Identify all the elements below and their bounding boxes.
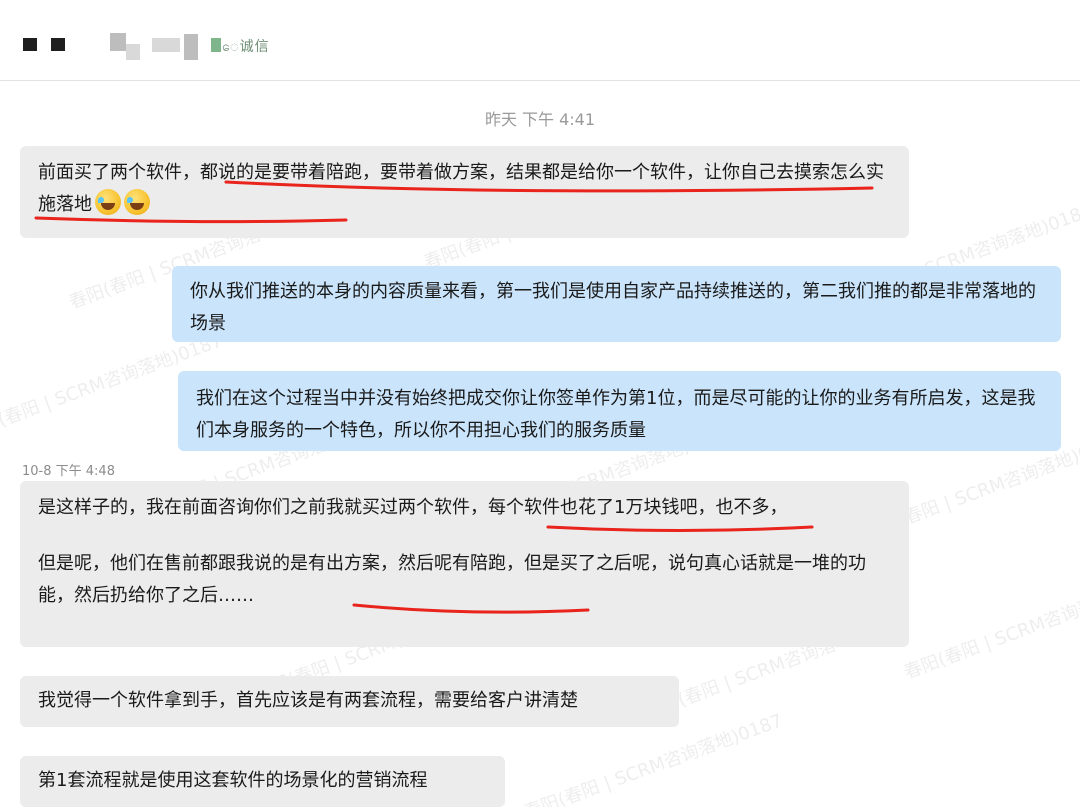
message-paragraph: 但是呢，他们在售前都跟我说的是有出方案，然后呢有陪跑，但是买了之后呢，说句真心话… xyxy=(38,553,866,606)
message-text: 我们在这个过程当中并没有始终把成交你让你签单作为第1位，而是尽可能的让你的业务有… xyxy=(196,388,1036,441)
chat-header: ေ诚信 xyxy=(0,0,1080,81)
message-text: 我觉得一个软件拿到手，首先应该是有两套流程，需要给客户讲清楚 xyxy=(38,690,578,711)
outgoing-message-bubble[interactable]: 你从我们推送的本身的内容质量来看，第一我们是使用自家产品持续推送的，第二我们推的… xyxy=(172,266,1061,342)
message-paragraph: 是这样子的，我在前面咨询你们之前我就买过两个软件，每个软件也花了1万块钱吧，也不… xyxy=(38,497,788,518)
outgoing-message-bubble[interactable]: 我们在这个过程当中并没有始终把成交你让你签单作为第1位，而是尽可能的让你的业务有… xyxy=(178,371,1061,451)
incoming-message-bubble[interactable]: 第1套流程就是使用这套软件的场景化的营销流程 xyxy=(20,756,505,807)
contact-name-suffix: ေ诚信 xyxy=(222,39,270,55)
message-text: 前面买了两个软件，都说的是要带着陪跑，要带着做方案，结果都是给你一个软件，让你自… xyxy=(38,162,884,215)
face-with-tears-of-joy-icon xyxy=(95,189,121,215)
incoming-message-bubble[interactable]: 是这样子的，我在前面咨询你们之前我就买过两个软件，每个软件也花了1万块钱吧，也不… xyxy=(20,481,909,647)
incoming-message-bubble[interactable]: 我觉得一个软件拿到手，首先应该是有两套流程，需要给客户讲清楚 xyxy=(20,676,679,727)
name-mosaic xyxy=(211,38,221,52)
message-timestamp: 10-8 下午 4:48 xyxy=(22,464,115,479)
name-mosaic xyxy=(126,44,140,60)
name-mosaic xyxy=(23,38,37,51)
watermark: 春阳(春阳 | SCRM咨询落地)0187 xyxy=(901,570,1080,684)
name-mosaic xyxy=(184,34,198,60)
incoming-message-bubble[interactable]: 前面买了两个软件，都说的是要带着陪跑，要带着做方案，结果都是给你一个软件，让你自… xyxy=(20,146,909,238)
message-text: 你从我们推送的本身的内容质量来看，第一我们是使用自家产品持续推送的，第二我们推的… xyxy=(190,281,1036,334)
name-mosaic xyxy=(110,33,126,51)
message-text: 第1套流程就是使用这套软件的场景化的营销流程 xyxy=(38,770,428,791)
message-timestamp: 昨天 下午 4:41 xyxy=(484,110,596,129)
name-mosaic xyxy=(152,38,180,52)
chat-screenshot: ေ诚信 春阳(春阳 | SCRM咨询落地)0187 春阳(春阳 | SCRM咨询… xyxy=(0,0,1080,807)
face-with-tears-of-joy-icon xyxy=(124,189,150,215)
name-mosaic xyxy=(51,38,65,51)
